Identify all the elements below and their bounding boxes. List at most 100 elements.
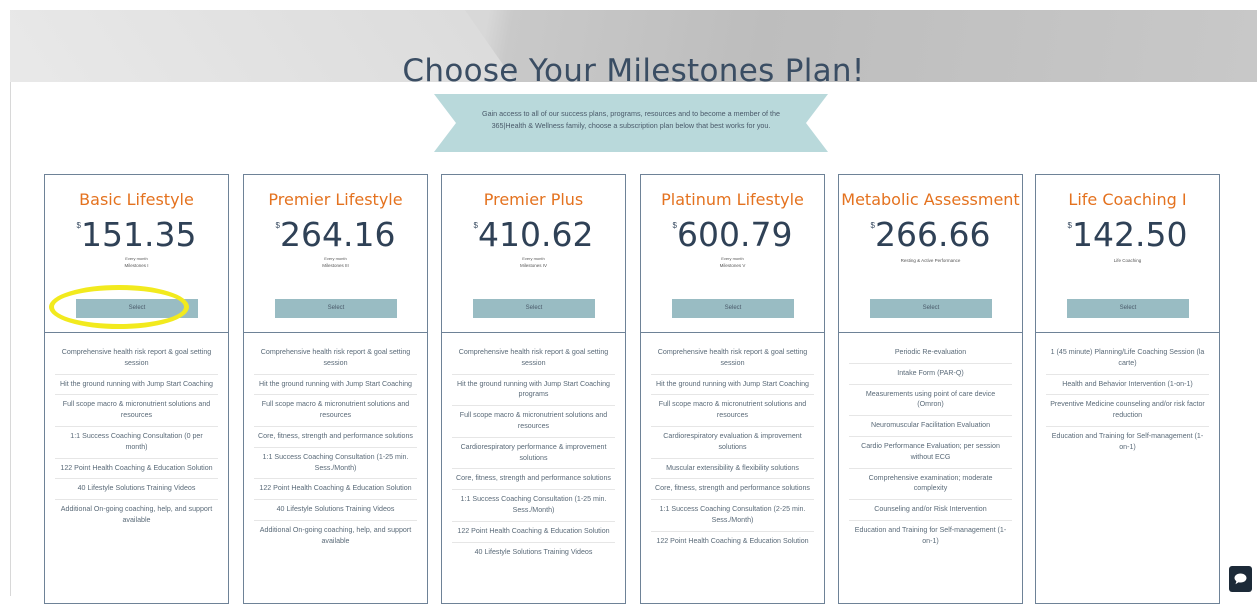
price-value: 151.35 — [80, 215, 197, 254]
currency-symbol: $ — [1067, 221, 1072, 230]
feature-item: Additional On-going coaching, help, and … — [60, 505, 213, 524]
feature-item: Intake Form (PAR-Q) — [849, 364, 1012, 385]
plan-subtitle: Milestones I — [124, 263, 149, 268]
chat-button[interactable] — [1229, 566, 1252, 592]
feature-item: Measurements using point of care device … — [849, 385, 1012, 417]
plan-header: Premier Lifestyle $264.16 Every month Miles… — [244, 175, 427, 333]
feature-item: Education and Training for Self-manageme… — [1051, 431, 1204, 451]
divider — [10, 82, 11, 596]
plan-name: Life Coaching I — [1068, 190, 1187, 209]
feature-item: 1:1 Success Coaching Consultation (0 per… — [55, 427, 218, 459]
feature-item: Health and Behavior Intervention (1-on-1… — [1046, 375, 1209, 396]
plan-price: $600.79 — [641, 215, 824, 254]
price-value: 266.66 — [874, 215, 991, 254]
header-band: Choose Your Milestones Plan! — [10, 10, 1257, 82]
feature-item: 122 Point Health Coaching & Education So… — [55, 459, 218, 480]
feature-item: Hit the ground running with Jump Start C… — [452, 375, 615, 407]
feature-item: Full scope macro & micronutrient solutio… — [254, 395, 417, 427]
feature-item: Comprehensive health risk report & goal … — [452, 343, 615, 375]
currency-symbol: $ — [76, 221, 81, 230]
feature-list: 1 (45 minute) Planning/Life Coaching Ses… — [1036, 333, 1219, 458]
feature-item: 122 Point Health Coaching & Education So… — [656, 536, 809, 545]
feature-item: Counseling and/or Risk Intervention — [849, 500, 1012, 521]
plan-price: $264.16 — [244, 215, 427, 254]
billing-period: Every month — [721, 256, 744, 261]
intro-text: Gain access to all of our success plans,… — [481, 109, 781, 130]
feature-item: Muscular extensibility & flexibility sol… — [651, 459, 814, 480]
plan-name: Basic Lifestyle — [79, 190, 194, 209]
plan-card: Platinum Lifestyle $600.79 Every month Mile… — [640, 174, 825, 604]
billing-period: Every month — [522, 256, 545, 261]
feature-item: 122 Point Health Coaching & Education So… — [452, 522, 615, 543]
plan-price: $410.62 — [442, 215, 625, 254]
feature-item: 122 Point Health Coaching & Education So… — [254, 479, 417, 501]
feature-item: Cardiorespiratory performance & improvem… — [452, 438, 615, 470]
feature-item: Full scope macro & micronutrient solutio… — [651, 395, 814, 427]
feature-item: Neuromuscular Facilitation Evaluation — [849, 416, 1012, 437]
feature-item: Hit the ground running with Jump Start C… — [254, 375, 417, 396]
plan-card: Premier Plus $410.62 Every month Milestones… — [441, 174, 626, 604]
feature-item: Periodic Re-evaluation — [849, 343, 1012, 364]
feature-list: Periodic Re-evaluation Intake Form (PAR-Q… — [839, 333, 1022, 552]
select-button[interactable]: Select — [1067, 299, 1189, 318]
feature-item: Comprehensive health risk report & goal … — [254, 343, 417, 375]
plan-subtitle: Milestones IV — [519, 263, 547, 268]
select-button[interactable]: Select — [473, 299, 595, 318]
feature-list: Comprehensive health risk report & goal … — [244, 333, 427, 552]
plan-subtitle: Milestones V — [719, 263, 746, 268]
plan-price: $266.66 — [839, 215, 1022, 254]
feature-item: 1:1 Success Coaching Consultation (1-25 … — [452, 490, 615, 522]
feature-item: 40 Lifestyle Solutions Training Videos — [55, 479, 218, 501]
feature-item: 1:1 Success Coaching Consultation (2-25 … — [651, 500, 814, 532]
feature-item: Comprehensive health risk report & goal … — [55, 343, 218, 375]
plan-price: $151.35 — [45, 215, 228, 254]
plan-card: Life Coaching I $142.50 Life Coaching Selec… — [1035, 174, 1220, 604]
plan-name: Platinum Lifestyle — [661, 190, 804, 209]
currency-symbol: $ — [672, 221, 677, 230]
price-value: 264.16 — [279, 215, 396, 254]
feature-item: 40 Lifestyle Solutions Training Videos — [474, 547, 593, 556]
feature-item: 40 Lifestyle Solutions Training Videos — [254, 500, 417, 521]
feature-list: Comprehensive health risk report & goal … — [45, 333, 228, 531]
feature-item: Hit the ground running with Jump Start C… — [651, 375, 814, 396]
plan-name: Metabolic Assessment — [841, 190, 1020, 209]
intro-ribbon: Gain access to all of our success plans,… — [434, 94, 828, 152]
plan-subtitle: Milestones III — [322, 263, 349, 268]
select-button[interactable]: Select — [76, 299, 198, 318]
feature-item: Comprehensive examination; moderate comp… — [849, 469, 1012, 501]
feature-list: Comprehensive health risk report & goal … — [442, 333, 625, 562]
currency-symbol: $ — [275, 221, 280, 230]
price-value: 142.50 — [1071, 215, 1188, 254]
select-button[interactable]: Select — [870, 299, 992, 318]
price-value: 410.62 — [477, 215, 594, 254]
feature-item: Additional On-going coaching, help, and … — [259, 525, 412, 545]
currency-symbol: $ — [473, 221, 478, 230]
feature-item: 1 (45 minute) Planning/Life Coaching Ses… — [1046, 343, 1209, 375]
feature-item: Cardio Performance Evaluation; per sessi… — [849, 437, 1012, 469]
select-button[interactable]: Select — [275, 299, 397, 318]
plan-header: Metabolic Assessment $266.66 Resting & Act… — [839, 175, 1022, 333]
page-title: Choose Your Milestones Plan! — [402, 52, 865, 82]
plan-card: Premier Lifestyle $264.16 Every month Miles… — [243, 174, 428, 604]
feature-item: Full scope macro & micronutrient solutio… — [452, 406, 615, 438]
chat-icon — [1234, 573, 1247, 585]
select-button[interactable]: Select — [672, 299, 794, 318]
feature-item: Cardiorespiratory evaluation & improveme… — [651, 427, 814, 459]
billing-period: Every month — [324, 256, 347, 261]
feature-item: Preventive Medicine counseling and/or ri… — [1046, 395, 1209, 427]
plan-header: Life Coaching I $142.50 Life Coaching Selec… — [1036, 175, 1219, 333]
plan-header: Platinum Lifestyle $600.79 Every month Mile… — [641, 175, 824, 333]
feature-item: Core, fitness, strength and performance … — [452, 469, 615, 491]
plan-header: Premier Plus $410.62 Every month Milestones… — [442, 175, 625, 333]
plan-name: Premier Plus — [483, 190, 584, 209]
plan-card: Basic Lifestyle $151.35 Every month Milesto… — [44, 174, 229, 604]
price-value: 600.79 — [676, 215, 793, 254]
plan-name: Premier Lifestyle — [268, 190, 403, 209]
feature-item: Education and Training for Self-manageme… — [854, 525, 1007, 545]
plan-price: $142.50 — [1036, 215, 1219, 254]
feature-item: Hit the ground running with Jump Start C… — [55, 375, 218, 396]
feature-list: Comprehensive health risk report & goal … — [641, 333, 824, 552]
plan-header: Basic Lifestyle $151.35 Every month Milesto… — [45, 175, 228, 333]
feature-item: 1:1 Success Coaching Consultation (1-25 … — [254, 448, 417, 480]
plan-card: Metabolic Assessment $266.66 Resting & Act… — [838, 174, 1023, 604]
